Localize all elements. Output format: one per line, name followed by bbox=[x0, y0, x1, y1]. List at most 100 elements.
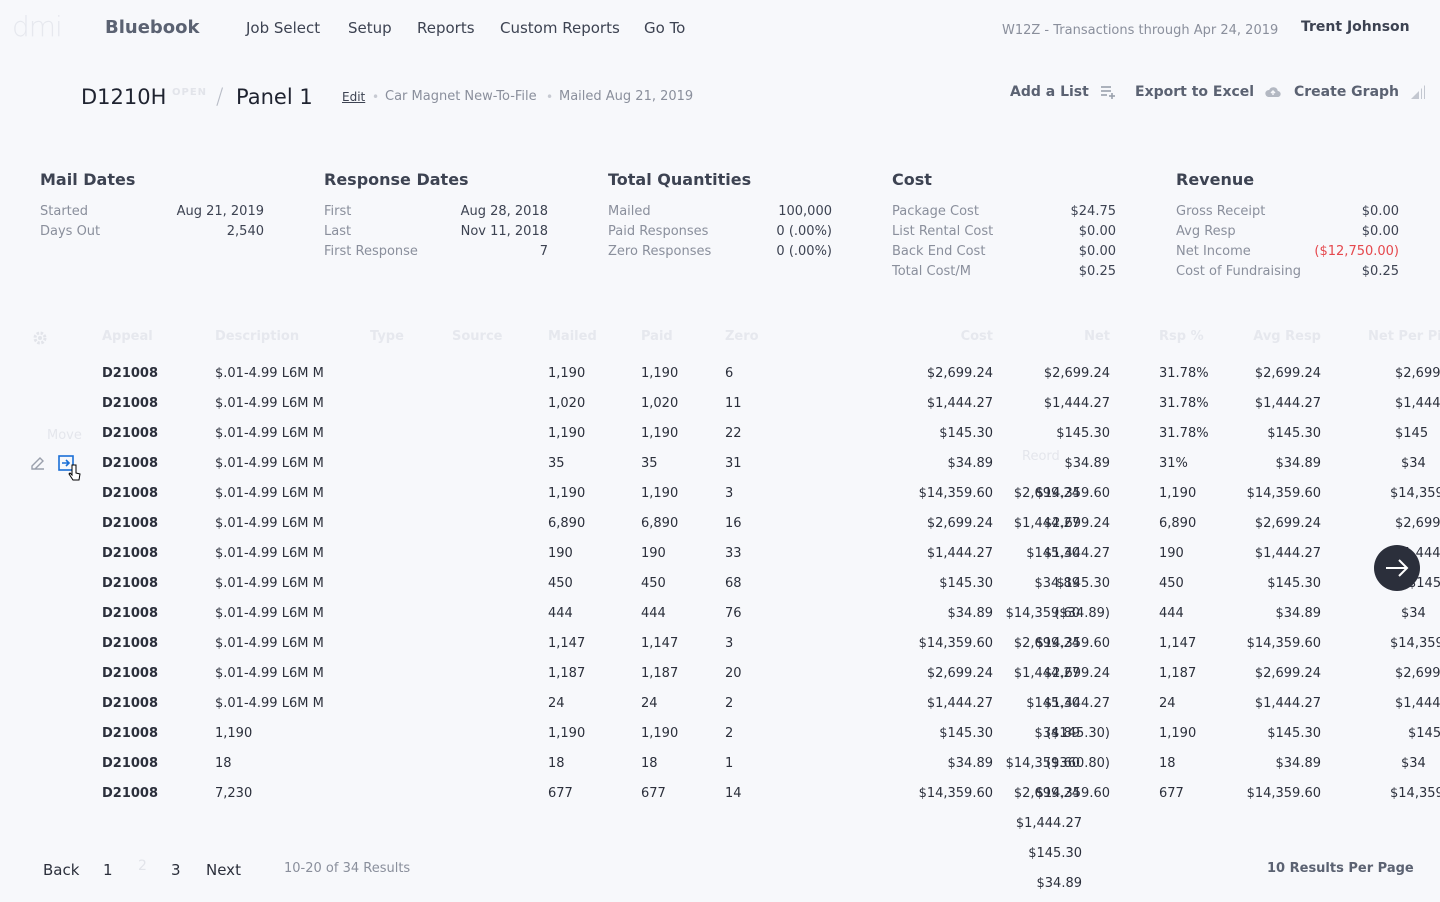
col-header-cost[interactable]: Cost bbox=[893, 329, 993, 344]
col-header-source[interactable]: Source bbox=[452, 329, 502, 344]
cell-net: $1,444.27 bbox=[1043, 546, 1110, 561]
cell-avg-resp: $2,699.24 bbox=[1254, 666, 1321, 681]
nav-reports[interactable]: Reports bbox=[417, 19, 475, 37]
cell-net: $2,699.24 bbox=[1043, 516, 1110, 531]
cell-mailed: 18 bbox=[548, 756, 565, 771]
cell-zero: 16 bbox=[725, 516, 742, 531]
create-graph-button[interactable]: Create Graph bbox=[1294, 83, 1427, 101]
cell-cost: $145.30 bbox=[939, 576, 993, 591]
cell-rsp: 450 bbox=[1159, 576, 1184, 591]
cell-net: $14,359.60 bbox=[1035, 786, 1110, 801]
cell-paid: 1,147 bbox=[641, 636, 679, 651]
cell-cost: $34.89 bbox=[947, 606, 994, 621]
cell-paid: 190 bbox=[641, 546, 666, 561]
pagination-page-2[interactable]: 2 bbox=[138, 858, 147, 874]
summary-value: 0 (.00%) bbox=[776, 244, 832, 259]
col-header-rsp[interactable]: Rsp % bbox=[1159, 329, 1204, 344]
cell-net-per-piece: $2,699 bbox=[1395, 366, 1440, 381]
cell-avg-resp: $145.30 bbox=[1267, 426, 1321, 441]
summary-value: $0.00 bbox=[1361, 204, 1399, 219]
cell-cost: $14,359.60 bbox=[918, 636, 993, 651]
cell-mailed: 444 bbox=[548, 606, 573, 621]
nav-job-select[interactable]: Job Select bbox=[246, 19, 320, 37]
results-per-page-select[interactable]: 10 Results Per Page bbox=[1267, 861, 1414, 876]
cell-appeal: D21008 bbox=[102, 426, 159, 441]
cell-appeal: D21008 bbox=[102, 756, 159, 771]
cell-net: $145.30 bbox=[1056, 426, 1110, 441]
project-code: D1210H bbox=[81, 85, 167, 109]
cell-description: $.01-4.99 L6M M bbox=[215, 546, 324, 561]
cell-mailed: 1,190 bbox=[548, 726, 586, 741]
col-header-type[interactable]: Type bbox=[370, 329, 404, 344]
summary-label: Gross Receipt bbox=[1176, 204, 1266, 219]
pagination-back[interactable]: Back bbox=[43, 861, 79, 879]
edit-link[interactable]: Edit bbox=[342, 90, 365, 104]
cell-paid: 6,890 bbox=[641, 516, 679, 531]
cell-paid: 1,190 bbox=[641, 486, 679, 501]
cell-mailed: 6,890 bbox=[548, 516, 586, 531]
cell-avg-resp: $2,699.24 bbox=[1254, 516, 1321, 531]
cell-mailed: 1,190 bbox=[548, 486, 586, 501]
cell-avg-resp: $145.30 bbox=[1267, 576, 1321, 591]
cell-zero: 2 bbox=[725, 726, 734, 741]
breadcrumb-separator: / bbox=[216, 85, 224, 110]
add-list-button[interactable]: Add a List bbox=[1010, 83, 1117, 101]
cell-cost: $34.89 bbox=[947, 756, 994, 771]
user-name[interactable]: Trent Johnson bbox=[1301, 19, 1410, 35]
cell-description: $.01-4.99 L6M M bbox=[215, 636, 324, 651]
scroll-right-button[interactable] bbox=[1374, 545, 1420, 591]
move-ghost-label: Move bbox=[47, 428, 82, 443]
cell-rsp: 190 bbox=[1159, 546, 1184, 561]
overflow-value: $1,444.27 bbox=[1015, 816, 1082, 831]
col-header-net-per-piece[interactable]: Net Per Pi bbox=[1368, 329, 1440, 344]
cell-rsp: 1,147 bbox=[1159, 636, 1197, 651]
cell-rsp: 1,190 bbox=[1159, 726, 1197, 741]
cell-paid: 18 bbox=[641, 756, 658, 771]
cell-net-per-piece: $34 bbox=[1401, 606, 1426, 621]
cell-cost: $2,699.24 bbox=[926, 666, 993, 681]
summary-title: Total Quantities bbox=[608, 170, 752, 189]
cell-appeal: D21008 bbox=[102, 696, 159, 711]
nav-go-to[interactable]: Go To bbox=[644, 19, 685, 37]
brand-title[interactable]: Bluebook bbox=[105, 17, 200, 38]
cell-rsp: 31% bbox=[1159, 456, 1188, 471]
dmi-logo[interactable]: dmi bbox=[12, 10, 63, 43]
summary-title: Cost bbox=[892, 170, 932, 189]
summary-value: 100,000 bbox=[778, 204, 832, 219]
cell-cost: $145.30 bbox=[939, 426, 993, 441]
cell-rsp: 1,190 bbox=[1159, 486, 1197, 501]
cell-paid: 1,190 bbox=[641, 726, 679, 741]
cell-avg-resp: $14,359.60 bbox=[1246, 636, 1321, 651]
separator-dot: • bbox=[546, 90, 554, 104]
col-header-net[interactable]: Net bbox=[1010, 329, 1110, 344]
summary-title: Revenue bbox=[1176, 170, 1255, 189]
pagination-next[interactable]: Next bbox=[206, 861, 241, 879]
cell-zero: 20 bbox=[725, 666, 742, 681]
export-excel-button[interactable]: Export to Excel bbox=[1135, 83, 1282, 101]
summary-value: 7 bbox=[539, 244, 548, 259]
nav-custom-reports[interactable]: Custom Reports bbox=[500, 19, 620, 37]
col-header-paid[interactable]: Paid bbox=[641, 329, 673, 344]
pagination-page-1[interactable]: 1 bbox=[103, 861, 113, 879]
col-header-avg-resp[interactable]: Avg Resp bbox=[1221, 329, 1321, 344]
col-header-description[interactable]: Description bbox=[215, 329, 299, 344]
cell-cost: $2,699.24 bbox=[926, 516, 993, 531]
cell-avg-resp: $14,359.60 bbox=[1246, 786, 1321, 801]
cell-net-per-piece: $34 bbox=[1401, 756, 1426, 771]
summary-label: Days Out bbox=[40, 224, 101, 239]
graph-label: Create Graph bbox=[1294, 84, 1400, 100]
cell-net-per-piece: $145 bbox=[1395, 426, 1429, 441]
pagination-page-3[interactable]: 3 bbox=[171, 861, 181, 879]
col-header-appeal[interactable]: Appeal bbox=[102, 329, 153, 344]
summary-label: Avg Resp bbox=[1176, 224, 1236, 239]
summary-label: Total Cost/M bbox=[892, 264, 971, 279]
nav-setup[interactable]: Setup bbox=[348, 19, 392, 37]
col-header-mailed[interactable]: Mailed bbox=[548, 329, 597, 344]
cell-cost: $145.30 bbox=[939, 726, 993, 741]
edit-icon[interactable] bbox=[29, 454, 47, 472]
cell-description: $.01-4.99 L6M M bbox=[215, 396, 324, 411]
col-header-zero[interactable]: Zero bbox=[725, 329, 759, 344]
gear-icon[interactable] bbox=[31, 329, 49, 347]
summary-value: 2,540 bbox=[226, 224, 264, 239]
cell-avg-resp: $14,359.60 bbox=[1246, 486, 1321, 501]
